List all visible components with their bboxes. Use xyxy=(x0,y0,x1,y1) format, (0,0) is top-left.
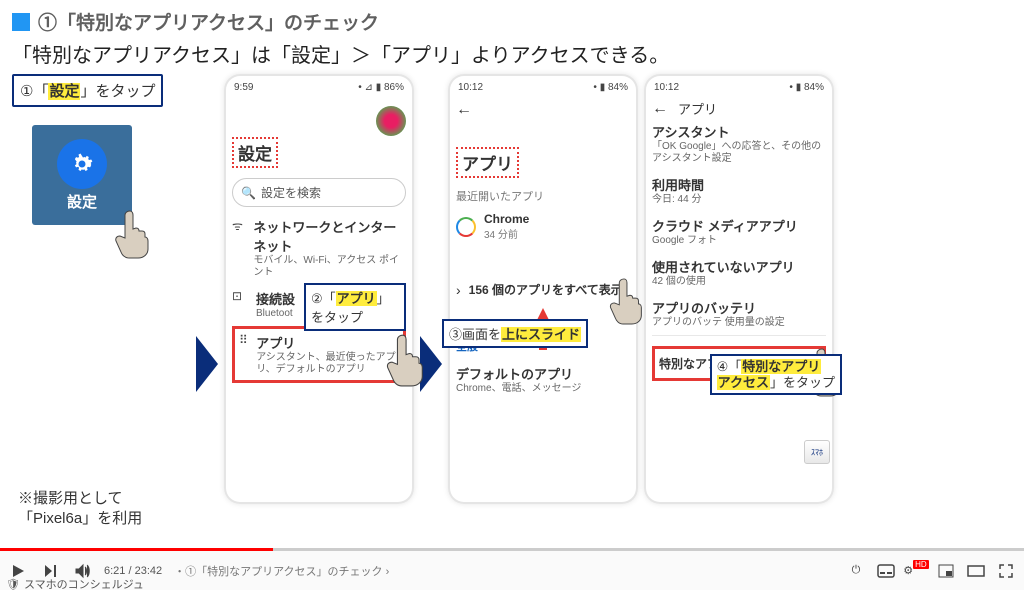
page-title: ①「特別なアプリアクセス」のチェック xyxy=(38,8,379,35)
settings-app-tile[interactable]: 設定 xyxy=(32,125,132,225)
phone-screenshot-3: 10:12 • ▮ 84% ← アプリ アシスタント「OK Google」への応… xyxy=(644,74,834,504)
section-marker-icon xyxy=(12,13,30,31)
status-time: 10:12 xyxy=(458,82,483,93)
devices-icon: ⊡ xyxy=(232,289,248,320)
phone-screenshot-1: 9:59 • ⊿ ▮ 86% 設定 🔍 設定を検索 ᯤ ネットワークとインターネ… xyxy=(224,74,414,504)
settings-item-apps[interactable]: ⠿ アプリ アシスタント、最近使ったアプリ、デフォルトのアプリ xyxy=(232,326,406,383)
unused-apps-item[interactable]: 使用されていないアプリ42 個の使用 xyxy=(652,257,826,288)
settings-item-connected[interactable]: ⊡ 接続設 Bluetoot ②「アプリ」をタップ xyxy=(232,289,406,320)
channel-badge: ｽﾏﾎ xyxy=(804,440,830,464)
callout-step-1: ①「設定」をタップ xyxy=(12,74,163,107)
settings-item-network[interactable]: ᯤ ネットワークとインターネット モバイル、Wi-Fi、アクセス ポイント xyxy=(232,217,406,279)
app-battery-item[interactable]: アプリのバッテリアプリのバッテ 使用量の設定 xyxy=(652,298,826,329)
footnote: ※撮影用として 「Pixel6a」を利用 xyxy=(18,489,142,528)
back-button[interactable]: ← xyxy=(652,100,668,118)
theater-button[interactable] xyxy=(966,561,986,581)
callout-step-4: ④「特別なアプリ アクセス」をタップ xyxy=(710,354,842,395)
callout-step-2: ②「アプリ」をタップ xyxy=(304,283,406,331)
status-time: 10:12 xyxy=(654,82,679,93)
video-progress-played xyxy=(0,548,273,551)
cloud-media-item[interactable]: クラウド メディアアプリGoogle フォト xyxy=(652,216,826,247)
chrome-icon xyxy=(456,217,476,237)
status-battery: • ▮ 84% xyxy=(789,82,824,93)
arrow-right-icon xyxy=(196,336,218,392)
back-button[interactable]: ← xyxy=(456,101,630,119)
video-time: 6:21 / 23:42 xyxy=(104,565,162,577)
apps-icon: ⠿ xyxy=(239,333,248,376)
status-battery: • ▮ 84% xyxy=(593,82,628,93)
phone-screenshot-2: 10:12 • ▮ 84% ← アプリ 最近開いたアプリ Chrome 34 分… xyxy=(448,74,638,504)
settings-header-highlight: 設定 xyxy=(232,137,278,168)
video-chapter[interactable]: ・①「特別なアプリアクセス」のチェック › xyxy=(174,563,389,579)
status-time: 9:59 xyxy=(234,82,253,93)
default-apps-item[interactable]: デフォルトのアプリ Chrome、電話、メッセージ xyxy=(456,364,630,395)
miniplayer-button[interactable] xyxy=(936,561,956,581)
wifi-icon: ᯤ xyxy=(232,217,245,279)
status-battery: • ⊿ ▮ 86% xyxy=(358,82,404,93)
subtitles-button[interactable] xyxy=(876,561,896,581)
search-input[interactable]: 🔍 設定を検索 xyxy=(232,178,406,207)
fullscreen-button[interactable] xyxy=(996,561,1016,581)
search-icon: 🔍 xyxy=(241,186,256,200)
arrow-right-icon xyxy=(420,336,442,392)
shield-icon: 🛡 xyxy=(6,578,20,591)
show-all-apps[interactable]: › 156 個のアプリをすべて表示 xyxy=(456,281,630,298)
video-progress-bar[interactable] xyxy=(0,548,1024,551)
page-subtitle: 「特別なアプリアクセス」は「設定」＞「アプリ」よりアクセスできる。 xyxy=(12,39,1012,68)
settings-tile-label: 設定 xyxy=(67,191,97,212)
recent-app-chrome[interactable]: Chrome 34 分前 xyxy=(456,212,630,241)
usage-item[interactable]: 利用時間今日: 44 分 xyxy=(652,175,826,206)
callout-step-3: ③画面を上にスライド xyxy=(442,319,588,348)
avatar[interactable] xyxy=(376,106,406,136)
chevron-right-icon: › xyxy=(456,282,461,298)
settings-button[interactable]: ⚙HD xyxy=(906,561,926,581)
page-heading: アプリ xyxy=(678,99,717,118)
gear-icon xyxy=(57,139,107,189)
recent-apps-label: 最近開いたアプリ xyxy=(456,188,630,204)
autoplay-toggle[interactable]: ⏻ xyxy=(846,561,866,581)
apps-header-highlight: アプリ xyxy=(456,147,519,178)
assistant-item[interactable]: アシスタント「OK Google」への応答と、その他のアシスタント設定 xyxy=(652,122,826,165)
